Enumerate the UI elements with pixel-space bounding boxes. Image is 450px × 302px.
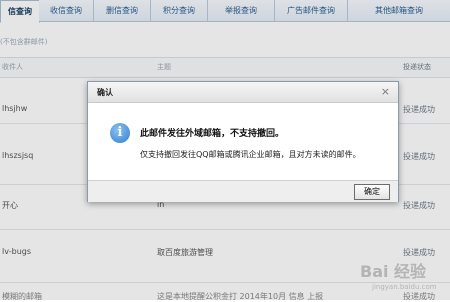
tab-other-mailbox-query[interactable]: 其他邮箱查询 (348, 0, 450, 21)
row-subject[interactable]: 这是本地提醒公积金打 2014年10月 信息 上报 (157, 291, 323, 302)
column-subject: 主题 (157, 63, 171, 71)
row-status: 投递成功 (403, 105, 435, 114)
dialog-title: 确认 (97, 88, 113, 97)
tab-ad-mail-query[interactable]: 广告邮件查询 (275, 0, 348, 21)
close-icon[interactable]: × (381, 85, 390, 98)
column-status: 投递状态 (403, 63, 431, 71)
row-recipient: 模糊的邮箱 (2, 292, 42, 301)
row-status: 投递成功 (403, 152, 435, 161)
row-status: 投递成功 (403, 292, 435, 301)
row-status: 投递成功 (403, 248, 435, 257)
table-header: 收件人 主题 投递状态 (0, 57, 450, 78)
row-recipient: lv-bugs (2, 247, 32, 256)
ok-button[interactable]: 确定 (354, 184, 390, 200)
dialog-footer: 确定 (88, 180, 398, 202)
confirm-dialog: 确认 × i 此邮件发往外域邮箱，不支持撤回。 仅支持撤回发往QQ邮箱或腾讯企业… (87, 81, 399, 202)
tab-deleted-query[interactable]: 删信查询 (94, 0, 151, 21)
row-recipient: lhszsjsq (2, 151, 34, 160)
dialog-message-sub: 仅支持撤回发往QQ邮箱或腾讯企业邮箱，且对方未读的邮件。 (140, 150, 361, 159)
row-recipient: 开心 (2, 201, 18, 210)
dialog-message-main: 此邮件发往外域邮箱，不支持撤回。 (140, 129, 285, 139)
watermark-url: jingyan.baidu.com (372, 283, 437, 291)
tab-points-query[interactable]: 积分查询 (151, 0, 208, 21)
tab-bar: 信查询 收信查询 删信查询 积分查询 举报查询 广告邮件查询 其他邮箱查询 (0, 0, 450, 23)
tab-received-query[interactable]: 收信查询 (39, 0, 94, 21)
column-recipient: 收件人 (2, 63, 23, 71)
watermark-logo: Bai 经验 (360, 262, 427, 281)
tab-report-query[interactable]: 举报查询 (208, 0, 275, 21)
row-subject[interactable]: 取百度旅游管理 (157, 247, 213, 258)
row-status: 投递成功 (403, 201, 435, 210)
exclude-group-hint: (不包含群邮件) (0, 38, 48, 46)
tab-sent-query[interactable]: 信查询 (0, 0, 40, 23)
dialog-body: i 此邮件发往外域邮箱，不支持撤回。 仅支持撤回发往QQ邮箱或腾讯企业邮箱，且对… (88, 103, 398, 180)
info-icon: i (110, 123, 130, 143)
row-recipient: lhsjhw (2, 104, 28, 113)
dialog-header: 确认 × (88, 82, 398, 103)
